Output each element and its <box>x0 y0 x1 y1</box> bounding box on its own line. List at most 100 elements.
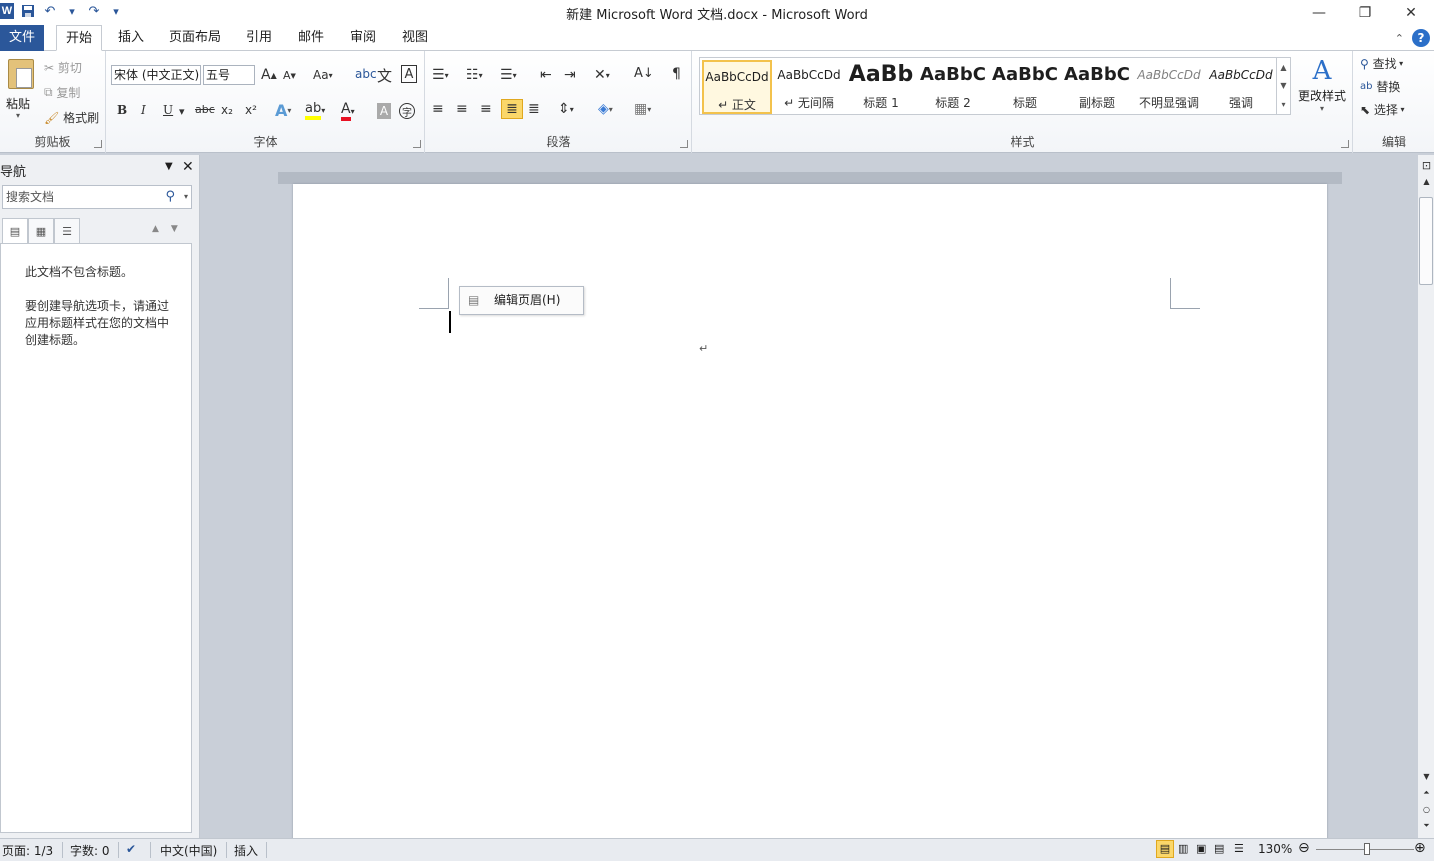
nav-close-icon[interactable]: ✕ <box>182 159 194 175</box>
tab-references[interactable]: 引用 <box>238 25 280 51</box>
style-title[interactable]: AaBbC 标题 <box>990 60 1060 114</box>
chinese-layout-icon[interactable]: ✕ ▾ <box>594 67 610 83</box>
sort-icon[interactable]: A↓ <box>634 66 654 81</box>
increase-indent-icon[interactable]: ⇥ <box>564 67 576 83</box>
style-emphasis[interactable]: AaBbCcDd 强调 <box>1206 60 1276 114</box>
tab-file[interactable]: 文件 <box>0 25 44 51</box>
numbering-icon[interactable]: ☷ ▾ <box>466 67 483 83</box>
scroll-up-icon[interactable]: ▲ <box>1418 177 1434 186</box>
font-launcher-icon[interactable] <box>413 140 421 148</box>
proofing-icon[interactable]: ✔ <box>126 842 136 856</box>
align-left-icon[interactable]: ≡ <box>432 101 444 117</box>
word-count[interactable]: 字数: 0 <box>70 842 110 859</box>
character-shading-icon[interactable]: A <box>377 103 391 119</box>
cut-button[interactable]: ✂ 剪切 <box>44 59 82 76</box>
change-case-button[interactable]: Aa ▾ <box>313 68 333 82</box>
zoom-level[interactable]: 130% <box>1258 842 1292 856</box>
distributed-icon[interactable]: ≣ <box>528 101 540 117</box>
tab-home[interactable]: 开始 <box>56 25 102 51</box>
insert-mode-status[interactable]: 插入 <box>234 842 258 859</box>
restore-button[interactable]: ❐ <box>1342 0 1388 25</box>
edit-header-button[interactable]: ▤ 编辑页眉(H) <box>459 286 584 315</box>
style-subtle-emphasis[interactable]: AaBbCcDd 不明显强调 <box>1134 60 1204 114</box>
superscript-button[interactable]: x² <box>245 103 257 117</box>
nav-tab-results[interactable]: ☰ <box>54 218 80 244</box>
clear-formatting-icon[interactable]: abc <box>355 67 377 81</box>
previous-page-icon[interactable]: ⏶ <box>1418 788 1434 798</box>
minimize-button[interactable]: — <box>1296 0 1342 25</box>
tab-page-layout[interactable]: 页面布局 <box>164 25 226 51</box>
bullets-icon[interactable]: ☰ ▾ <box>432 67 449 83</box>
help-icon[interactable]: ? <box>1412 29 1430 47</box>
tab-mailings[interactable]: 邮件 <box>290 25 332 51</box>
shading-icon[interactable]: ◈ ▾ <box>598 101 613 117</box>
web-layout-icon[interactable]: ▣ <box>1196 842 1206 855</box>
ruler-toggle-icon[interactable]: ⊡ <box>1418 159 1434 172</box>
search-dropdown-icon[interactable]: ▾ <box>184 186 188 208</box>
font-color-button[interactable]: A ▾ <box>341 101 355 121</box>
show-marks-icon[interactable]: ¶ <box>672 66 681 82</box>
character-border-icon[interactable]: A <box>401 65 417 83</box>
strikethrough-button[interactable]: abc <box>195 103 215 116</box>
minimize-ribbon-icon[interactable]: ⌃ <box>1395 32 1404 45</box>
style-no-spacing[interactable]: AaBbCcDd ↵ 无间隔 <box>774 60 844 114</box>
enclose-characters-icon[interactable]: 字 <box>399 103 415 119</box>
style-normal[interactable]: AaBbCcDd ↵ 正文 <box>702 60 772 114</box>
full-screen-reading-icon[interactable]: ▥ <box>1178 842 1188 855</box>
tab-view[interactable]: 视图 <box>394 25 436 51</box>
copy-button[interactable]: ⧉ 复制 <box>44 84 80 101</box>
subscript-button[interactable]: x₂ <box>221 103 233 117</box>
replace-button[interactable]: ab 替换 <box>1360 78 1400 95</box>
nav-down-icon[interactable]: ▼ <box>171 224 178 244</box>
line-spacing-icon[interactable]: ⇕ ▾ <box>558 101 574 117</box>
paste-button[interactable]: 粘贴 ▾ <box>2 53 38 123</box>
outline-icon[interactable]: ▤ <box>1214 842 1224 855</box>
font-size-combo[interactable]: 五号 <box>203 65 255 85</box>
zoom-slider-thumb[interactable] <box>1364 843 1370 855</box>
align-center-icon[interactable]: ≡ <box>456 101 468 117</box>
italic-button[interactable]: I <box>141 103 146 117</box>
nav-search-input[interactable]: 搜索文档 ⚲ ▾ <box>2 185 192 209</box>
format-painter-button[interactable]: 🖌 格式刷 <box>44 109 99 126</box>
multilevel-list-icon[interactable]: ☰ ▾ <box>500 67 517 83</box>
gallery-up-icon[interactable]: ▲ <box>1280 63 1286 72</box>
clipboard-launcher-icon[interactable] <box>94 140 102 148</box>
next-page-icon[interactable]: ⏷ <box>1418 821 1434 831</box>
styles-launcher-icon[interactable] <box>1341 140 1349 148</box>
language-status[interactable]: 中文(中国) <box>160 842 217 859</box>
justify-icon[interactable]: ≣ <box>501 99 523 119</box>
bold-button[interactable]: B <box>117 103 127 117</box>
shrink-font-button[interactable]: A ▼ <box>283 69 296 82</box>
draft-icon[interactable]: ☰ <box>1234 842 1244 855</box>
grow-font-button[interactable]: A ▲ <box>261 67 277 83</box>
style-heading-2[interactable]: AaBbC 标题 2 <box>918 60 988 114</box>
zoom-out-icon[interactable]: ⊖ <box>1298 840 1310 856</box>
find-button[interactable]: ⚲ 查找 ▾ <box>1360 55 1403 72</box>
paragraph-launcher-icon[interactable] <box>680 140 688 148</box>
scroll-thumb[interactable] <box>1419 197 1433 285</box>
style-heading-1[interactable]: AaBb 标题 1 <box>846 60 916 114</box>
phonetic-guide-icon[interactable]: 文 <box>377 65 392 86</box>
nav-up-icon[interactable]: ▲ <box>152 224 159 244</box>
scroll-down-icon[interactable]: ▼ <box>1418 772 1434 781</box>
style-subtitle[interactable]: AaBbC 副标题 <box>1062 60 1132 114</box>
text-effects-button[interactable]: A ▾ <box>275 101 291 120</box>
underline-dropdown-icon[interactable]: ▾ <box>179 105 185 118</box>
highlight-button[interactable]: ab ▾ <box>305 101 325 120</box>
nav-tab-headings[interactable]: ▤ <box>2 218 28 244</box>
close-button[interactable]: ✕ <box>1388 0 1434 25</box>
nav-tab-pages[interactable]: ▦ <box>28 218 54 244</box>
print-layout-icon[interactable]: ▤ <box>1156 840 1174 858</box>
vertical-scrollbar[interactable]: ⊡ ▲ ▼ ⏶ ○ ⏷ <box>1417 155 1434 838</box>
underline-button[interactable]: U <box>163 103 173 117</box>
select-button[interactable]: ⬉ 选择 ▾ <box>1360 101 1404 118</box>
nav-options-icon[interactable]: ▼ <box>165 161 173 172</box>
tab-review[interactable]: 审阅 <box>342 25 384 51</box>
page-count[interactable]: 页面: 1/3 <box>2 842 53 859</box>
tab-insert[interactable]: 插入 <box>110 25 152 51</box>
zoom-in-icon[interactable]: ⊕ <box>1414 840 1426 856</box>
gallery-down-icon[interactable]: ▼ <box>1280 81 1286 90</box>
browse-object-icon[interactable]: ○ <box>1418 805 1434 814</box>
align-right-icon[interactable]: ≡ <box>480 101 492 117</box>
borders-icon[interactable]: ▦ ▾ <box>634 101 651 117</box>
